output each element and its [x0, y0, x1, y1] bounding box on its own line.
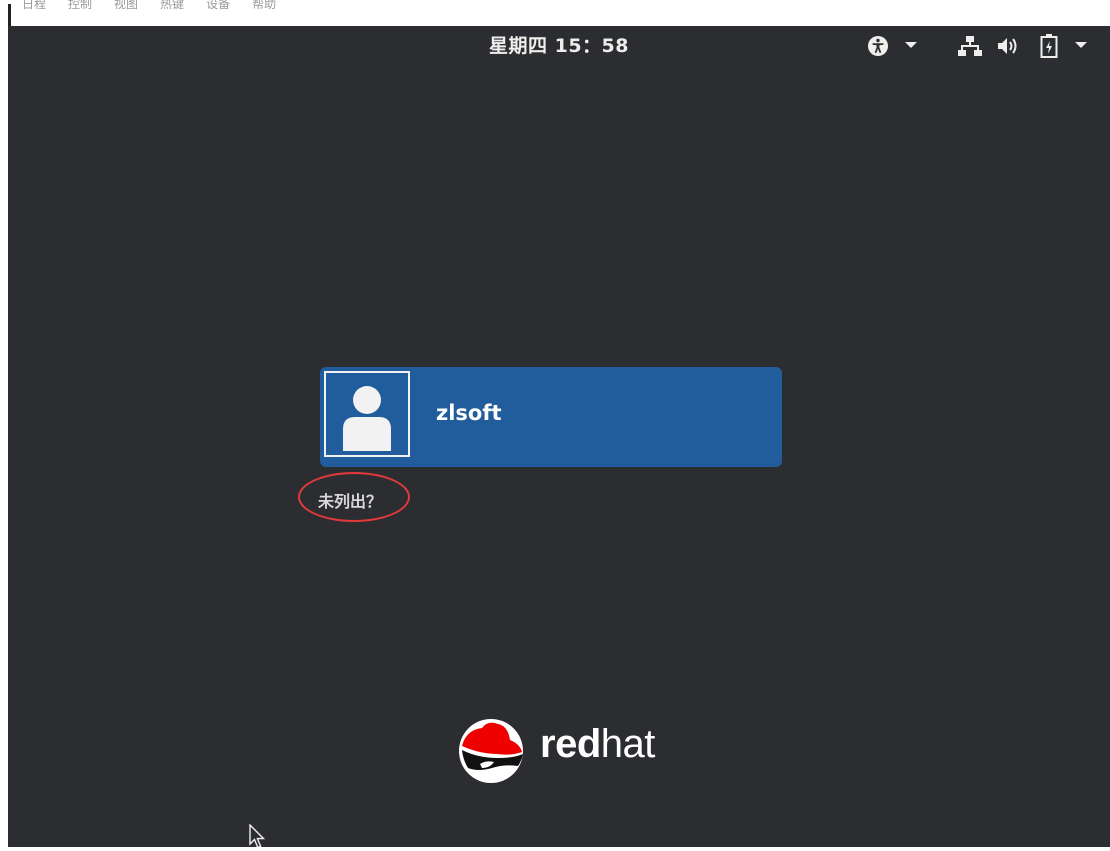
host-menu-item[interactable]: 视图 [114, 0, 138, 12]
network-icon[interactable] [958, 35, 982, 57]
mouse-pointer-icon [249, 823, 267, 847]
host-menu-item[interactable]: 热键 [160, 0, 184, 12]
wordmark-light: hat [600, 722, 656, 766]
user-silhouette-icon [343, 386, 391, 451]
bottom-strip [0, 847, 1110, 851]
not-listed-link[interactable]: 未列出？ [318, 488, 382, 512]
host-menu-item[interactable]: 控制 [68, 0, 92, 12]
avatar [324, 371, 410, 457]
window-edge [8, 4, 11, 26]
host-menu-items: 日程 控制 视图 热键 设备 帮助 [22, 0, 276, 12]
host-menubar: 日程 控制 视图 热键 设备 帮助 [0, 0, 1110, 26]
wordmark-bold: red [540, 722, 601, 766]
redhat-wordmark: redhat [540, 722, 655, 767]
host-menu-item[interactable]: 设备 [206, 0, 230, 12]
chevron-down-icon[interactable] [904, 40, 918, 50]
user-list-item[interactable]: zlsoft [320, 367, 782, 467]
accessibility-icon[interactable] [866, 34, 890, 58]
redhat-logo: redhat [458, 716, 668, 786]
username-label: zlsoft [436, 401, 502, 425]
battery-icon[interactable] [1040, 33, 1058, 59]
login-screen: 星期四 15：58 zlsoft 未列出？ redhat [8, 26, 1110, 847]
host-menu-item[interactable]: 日程 [22, 0, 46, 12]
chevron-down-icon[interactable] [1074, 40, 1088, 50]
host-menu-item[interactable]: 帮助 [252, 0, 276, 12]
shadowman-icon [459, 719, 523, 783]
volume-icon[interactable] [996, 36, 1020, 56]
clock[interactable]: 星期四 15：58 [8, 31, 1110, 58]
